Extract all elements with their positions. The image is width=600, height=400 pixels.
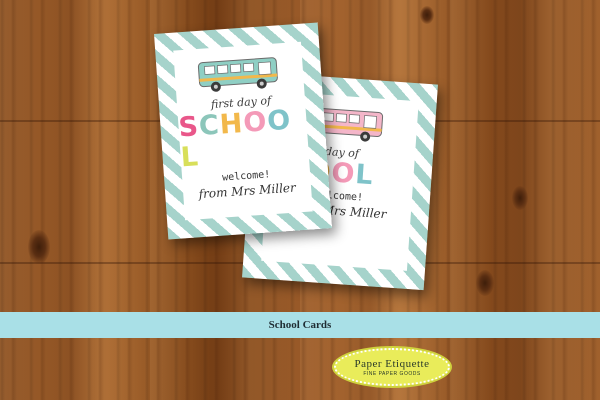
school-letter: H bbox=[218, 107, 245, 141]
school-letter: S bbox=[177, 111, 201, 144]
wood-knot bbox=[28, 230, 50, 264]
logo-name: Paper Etiquette bbox=[354, 357, 430, 370]
logo-tagline: FINE PAPER GOODS bbox=[363, 370, 421, 377]
school-letter: L bbox=[354, 159, 375, 192]
brand-logo: Paper Etiquette FINE PAPER GOODS bbox=[334, 348, 450, 386]
school-word: SCHOO L bbox=[178, 105, 310, 174]
wood-knot bbox=[420, 6, 434, 24]
school-letter: C bbox=[197, 109, 221, 143]
wood-knot bbox=[476, 270, 494, 296]
school-bus-icon bbox=[197, 57, 278, 92]
title-banner: School Cards bbox=[0, 312, 600, 338]
school-letter: L bbox=[179, 141, 200, 174]
school-card-front: first day of SCHOOL welcome! from Mrs Mi… bbox=[154, 22, 332, 240]
school-letter: O bbox=[266, 104, 293, 138]
card-inner: first day of SCHOOL welcome! from Mrs Mi… bbox=[173, 41, 313, 221]
school-letter: O bbox=[330, 157, 357, 191]
school-letter: O bbox=[242, 106, 269, 139]
wood-knot bbox=[512, 186, 528, 210]
card-from-line: from Mrs Miller bbox=[198, 180, 297, 202]
banner-title: School Cards bbox=[268, 319, 332, 331]
card-welcome-line: welcome! bbox=[221, 169, 271, 184]
